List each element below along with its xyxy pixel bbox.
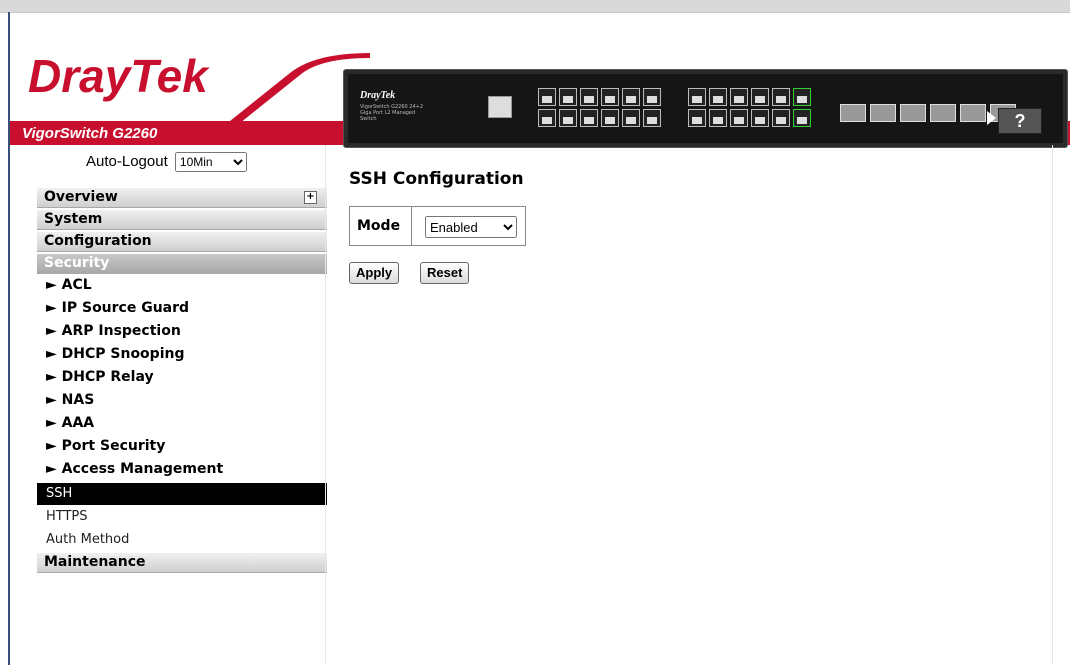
port xyxy=(793,109,811,127)
port-group-1 xyxy=(538,88,661,127)
port xyxy=(643,88,661,106)
sfp-port xyxy=(840,104,866,122)
port xyxy=(643,109,661,127)
switch-front-panel: DrayTek VigorSwitch G2260 24+2 Giga Port… xyxy=(343,69,1068,148)
expand-all-icon[interactable]: + xyxy=(304,191,317,204)
port xyxy=(688,109,706,127)
page-title: SSH Configuration xyxy=(349,169,524,189)
port xyxy=(772,109,790,127)
port xyxy=(559,109,577,127)
mode-select[interactable]: Enabled xyxy=(425,216,517,238)
nav-overview-label: Overview xyxy=(44,189,118,205)
panel-model: VigorSwitch G2260 24+2 Giga Port L2 Mana… xyxy=(360,104,424,122)
port xyxy=(730,88,748,106)
nav-ip-source-guard[interactable]: ► IP Source Guard xyxy=(46,300,189,316)
port xyxy=(772,88,790,106)
sfp-port xyxy=(900,104,926,122)
apply-button[interactable]: Apply xyxy=(349,262,400,284)
nav-access-management[interactable]: ► Access Management xyxy=(46,461,223,477)
nav-nas[interactable]: ► NAS xyxy=(46,392,94,408)
port xyxy=(730,109,748,127)
nav-configuration[interactable]: Configuration xyxy=(37,232,327,252)
nav-maintenance[interactable]: Maintenance xyxy=(37,553,327,573)
port xyxy=(601,88,619,106)
auto-logout-label: Auto-Logout xyxy=(86,152,168,170)
port xyxy=(580,109,598,127)
port xyxy=(538,88,556,106)
console-port xyxy=(488,96,512,118)
mode-label: Mode xyxy=(350,207,412,245)
sfp-port xyxy=(960,104,986,122)
sfp-port xyxy=(870,104,896,122)
port xyxy=(751,88,769,106)
sidebar: Auto-Logout 10Min Overview + System Conf… xyxy=(10,145,327,665)
device-model: VigorSwitch G2260 xyxy=(22,125,158,142)
port xyxy=(688,88,706,106)
nav-security[interactable]: Security xyxy=(37,254,327,274)
nav-aaa[interactable]: ► AAA xyxy=(46,415,94,431)
reset-button[interactable]: Reset xyxy=(420,262,470,284)
port xyxy=(709,109,727,127)
port xyxy=(622,88,640,106)
port xyxy=(601,109,619,127)
sfp-port xyxy=(930,104,956,122)
port xyxy=(559,88,577,106)
nav-auth-method[interactable]: Auth Method xyxy=(40,529,325,551)
panel-logo: DrayTek xyxy=(360,90,396,101)
port xyxy=(538,109,556,127)
nav-system[interactable]: System xyxy=(37,210,327,230)
nav-arp-inspection[interactable]: ► ARP Inspection xyxy=(46,323,181,339)
nav-dhcp-relay[interactable]: ► DHCP Relay xyxy=(46,369,154,385)
port xyxy=(622,109,640,127)
nav-ssh[interactable]: SSH xyxy=(37,483,327,505)
auto-logout-select[interactable]: 10Min xyxy=(174,152,247,172)
port-group-2 xyxy=(688,88,811,127)
port xyxy=(751,109,769,127)
header: DrayTek VigorSwitch G2260 DrayTek VigorS… xyxy=(10,13,1070,148)
nav-https[interactable]: HTTPS xyxy=(40,506,325,528)
nav-overview[interactable]: Overview + xyxy=(37,188,327,208)
sidebar-divider xyxy=(325,145,326,665)
port xyxy=(793,88,811,106)
help-button[interactable]: ? xyxy=(998,108,1042,134)
port xyxy=(709,88,727,106)
port xyxy=(580,88,598,106)
content-border xyxy=(1052,145,1053,665)
brand-logo: DrayTek xyxy=(28,50,208,102)
nav-dhcp-snooping[interactable]: ► DHCP Snooping xyxy=(46,346,184,362)
arrow-right-icon xyxy=(987,111,996,125)
auto-logout: Auto-Logout 10Min xyxy=(86,152,247,172)
nav-port-security[interactable]: ► Port Security xyxy=(46,438,165,454)
ssh-config-table: Mode Enabled xyxy=(349,206,526,246)
browser-top-bar xyxy=(0,0,1070,13)
nav-acl[interactable]: ► ACL xyxy=(46,277,92,293)
